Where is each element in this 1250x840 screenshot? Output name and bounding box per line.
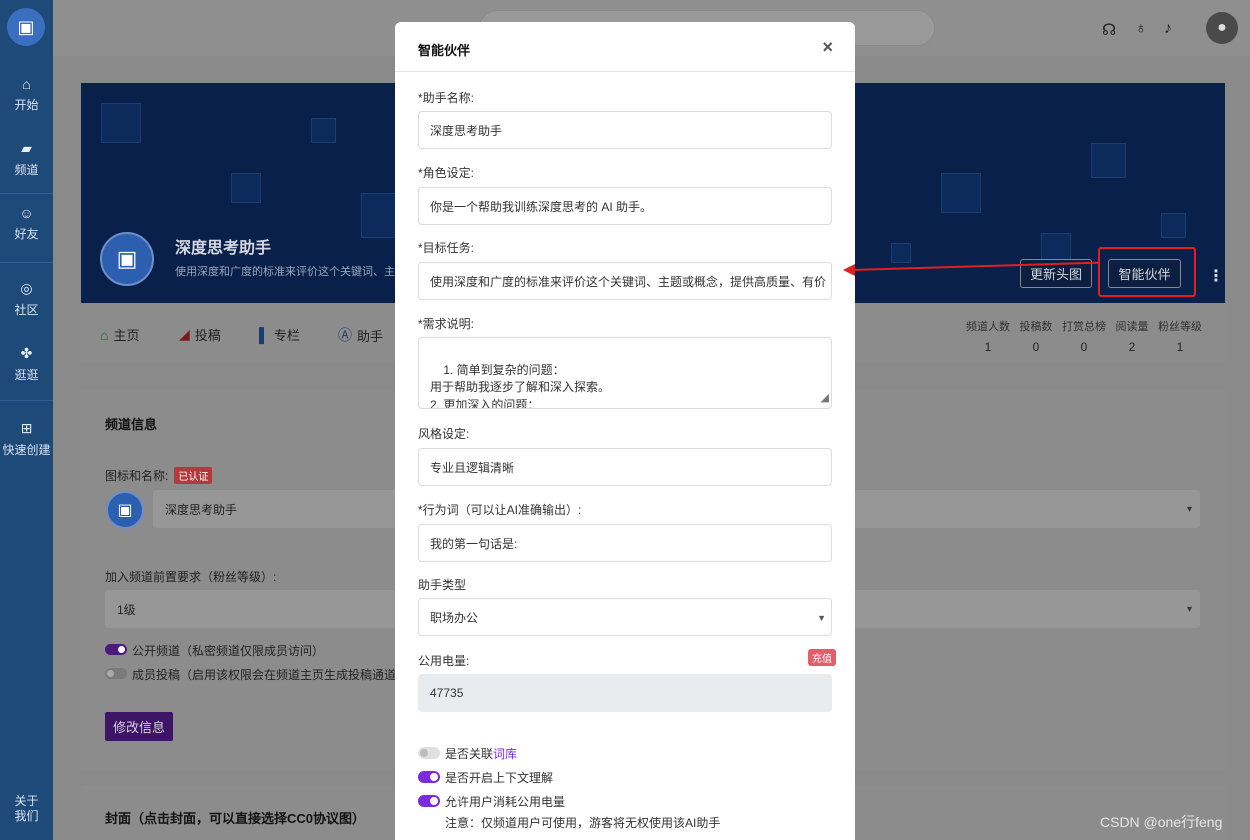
paper-plane-icon: ◢: [179, 326, 190, 342]
sidebar-item-label: 频道: [14, 163, 39, 177]
verified-badge: 已认证: [174, 467, 213, 484]
home-icon: ⌂: [22, 76, 31, 92]
sidebar-item-label: 快速创建: [2, 443, 51, 457]
more-options-icon[interactable]: ⋮: [1208, 266, 1224, 286]
tab-columns[interactable]: ▌ 专栏: [259, 325, 300, 344]
public-channel-label: 公开频道（私密频道仅限成员访问）: [132, 644, 325, 658]
requirement-textarea[interactable]: 1. 简单到复杂的问题： 用于帮助我逐步了解和深入探索。 2. 更加深入的问题：…: [418, 337, 832, 409]
app-logo[interactable]: ▣: [7, 8, 45, 46]
book-icon: ▌: [259, 326, 269, 343]
link-lexicon-label: 是否关联词库: [445, 747, 518, 761]
action-word-label: *行为词（可以让AI准确输出）:: [418, 503, 582, 517]
public-power-label: 公用电量:: [418, 654, 470, 668]
lightbulb-icon[interactable]: ♁: [1135, 20, 1147, 38]
usage-note: 注意：仅频道用户可使用，游客将无权使用该AI助手: [445, 816, 721, 830]
public-power-field: 47735: [418, 674, 832, 712]
chevron-down-icon: ▼: [817, 613, 826, 623]
users-icon: ☺: [19, 205, 34, 221]
stat-fan-level: 粉丝等级 1: [1158, 321, 1202, 354]
sidebar-divider: [0, 193, 53, 194]
clover-icon: ✤: [20, 345, 33, 361]
sidebar-item-start[interactable]: ⌂ 开始: [0, 76, 53, 113]
tab-home[interactable]: ⌂ 主页: [100, 325, 139, 344]
tab-assistant[interactable]: Ⓐ 助手: [338, 325, 383, 345]
action-word-input[interactable]: 我的第一句话是:: [418, 524, 832, 562]
public-channel-toggle[interactable]: [105, 644, 127, 655]
goal-label: *目标任务:: [418, 241, 475, 255]
stat-members: 频道人数 1: [966, 321, 1010, 354]
briefcase-icon: ▰: [21, 140, 32, 156]
planet-icon: ◎: [20, 280, 33, 296]
channel-logo: ▣: [100, 232, 154, 286]
stat-tips: 打赏总榜 0: [1062, 321, 1106, 354]
assistant-type-select[interactable]: 职场办公 ▼: [418, 598, 832, 636]
style-input[interactable]: 专业且逻辑清晰: [418, 448, 832, 486]
sidebar-item-about[interactable]: 关于 我们: [0, 794, 53, 824]
headset-icon[interactable]: ☊: [1102, 20, 1116, 40]
tab-label: 助手: [357, 328, 384, 344]
context-label: 是否开启上下文理解: [445, 771, 554, 785]
annotation-arrow-head: [843, 264, 855, 276]
lexicon-link[interactable]: 词库: [493, 747, 517, 761]
requirement-label: *需求说明:: [418, 317, 475, 331]
channel-icon-thumb[interactable]: ▣: [106, 491, 144, 529]
goal-input[interactable]: 使用深度和广度的标准来评价这个关键词、主题或概念，提供高质量、有价: [418, 262, 832, 300]
assistant-name-label: *助手名称:: [418, 91, 475, 105]
channel-description: 使用深度和广度的标准来评价这个关键词、主: [175, 266, 395, 278]
assistant-type-label: 助手类型: [418, 578, 467, 592]
sidebar-item-label: 社区: [14, 303, 39, 317]
recharge-button[interactable]: 充值: [808, 649, 836, 666]
join-requirement-label: 加入频道前置要求（粉丝等级）:: [105, 570, 277, 584]
ai-icon: Ⓐ: [338, 327, 352, 343]
resize-grip-icon[interactable]: ◢: [821, 390, 829, 408]
tab-label: 投稿: [194, 328, 221, 343]
link-lexicon-toggle[interactable]: [418, 747, 440, 759]
user-avatar[interactable]: ●: [1206, 12, 1238, 44]
icon-name-label: 图标和名称: 已认证: [105, 467, 213, 484]
close-icon[interactable]: ×: [822, 37, 833, 58]
home-icon: ⌂: [100, 326, 109, 343]
sidebar-divider: [0, 400, 53, 401]
requirement-text: 1. 简单到复杂的问题： 用于帮助我逐步了解和深入探索。 2. 更加深入的问题：…: [430, 362, 611, 409]
section-title: 频道信息: [105, 417, 158, 432]
modal-title: 智能伙伴: [418, 43, 471, 58]
left-sidebar: ▣ ⌂ 开始 ▰ 频道 ☺ 好友 ◎ 社区 ✤ 逛逛 ⊞ 快速创建 关于 我们: [0, 0, 53, 840]
chevron-down-icon: ▾: [1187, 604, 1193, 615]
role-label: *角色设定:: [418, 166, 475, 180]
cover-section-title: 封面（点击封面，可以直接选择CC0协议图）: [105, 811, 366, 826]
assistant-name-input[interactable]: 深度思考助手: [418, 111, 832, 149]
channel-title: 深度思考助手: [175, 240, 272, 257]
bell-icon[interactable]: ♪: [1164, 20, 1172, 38]
style-label: 风格设定:: [418, 427, 470, 441]
smart-partner-modal: 智能伙伴 × *助手名称: 深度思考助手 *角色设定: 你是一个帮助我训练深度思…: [395, 22, 855, 840]
chevron-down-icon: ▾: [1187, 504, 1193, 515]
role-input[interactable]: 你是一个帮助我训练深度思考的 AI 助手。: [418, 187, 832, 225]
modal-header: 智能伙伴 ×: [395, 22, 855, 72]
tab-label: 专栏: [273, 328, 300, 343]
member-post-label: 成员投稿（启用该权限会在频道主页生成投稿通道: [132, 668, 397, 682]
sidebar-item-quick-create[interactable]: ⊞ 快速创建: [0, 420, 53, 458]
sidebar-item-community[interactable]: ◎ 社区: [0, 280, 53, 318]
allow-power-label: 允许用户消耗公用电量: [445, 795, 566, 809]
tab-posts[interactable]: ◢ 投稿: [179, 325, 221, 344]
stat-posts: 投稿数 0: [1019, 321, 1053, 354]
stat-reads: 阅读量 2: [1115, 321, 1149, 354]
sidebar-item-label: 好友: [14, 227, 39, 241]
sidebar-divider: [0, 262, 53, 263]
modify-info-button[interactable]: 修改信息: [105, 712, 173, 741]
tab-label: 主页: [113, 328, 140, 343]
sidebar-item-browse[interactable]: ✤ 逛逛: [0, 345, 53, 383]
sidebar-item-channel[interactable]: ▰ 频道: [0, 140, 53, 178]
sidebar-item-friends[interactable]: ☺ 好友: [0, 205, 53, 242]
annotation-highlight-box: [1098, 247, 1196, 297]
sidebar-item-label: 开始: [14, 98, 39, 112]
sidebar-item-label: 逛逛: [14, 368, 39, 382]
allow-power-toggle[interactable]: [418, 795, 440, 807]
plus-square-icon: ⊞: [20, 420, 33, 436]
context-toggle[interactable]: [418, 771, 440, 783]
watermark: CSDN @one行feng: [1100, 814, 1223, 830]
member-post-toggle[interactable]: [105, 668, 127, 679]
